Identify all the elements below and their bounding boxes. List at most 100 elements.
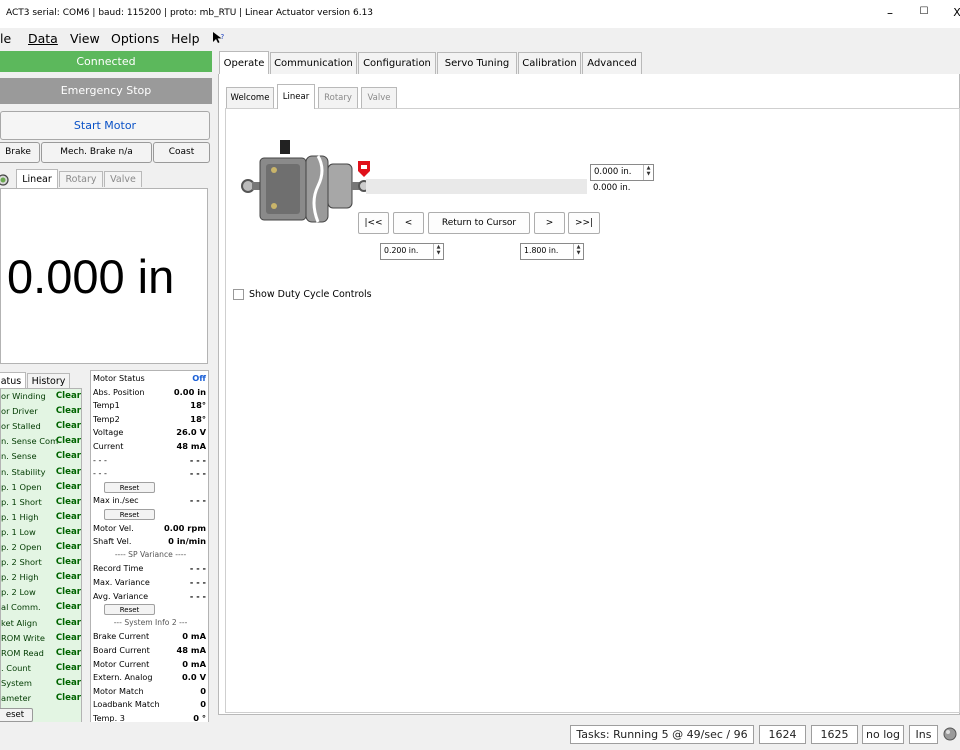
log-status[interactable]: no log xyxy=(862,725,904,744)
menu-view[interactable]: View xyxy=(70,31,100,46)
step-forward-button[interactable]: > xyxy=(534,212,565,234)
motor-status-label: Current xyxy=(93,441,124,451)
menu-bar: le Data View Options Help ? xyxy=(0,28,960,50)
menu-data[interactable]: Data xyxy=(28,31,58,46)
left-tab-valve[interactable]: Valve xyxy=(104,171,142,187)
status-label: p. 1 Short xyxy=(1,496,42,507)
sub-tab-welcome[interactable]: Welcome xyxy=(226,87,274,108)
motor-status-row: Shaft Vel. 0 in/min xyxy=(93,535,208,549)
main-tab-communication[interactable]: Communication xyxy=(270,52,357,74)
main-tab-operate[interactable]: Operate xyxy=(219,51,269,75)
emergency-stop-button[interactable]: Emergency Stop xyxy=(0,78,212,104)
min-position-spinner[interactable]: 0.200 in. ▲ ▼ xyxy=(380,243,444,260)
status-label: p. 2 Open xyxy=(1,542,42,552)
power-icon[interactable] xyxy=(0,173,10,187)
status-value: Clear xyxy=(55,662,81,673)
cursor-marker-icon[interactable] xyxy=(357,160,371,178)
actual-position-value: 0.000 in. xyxy=(593,183,631,193)
max-position-value: 1.800 in. xyxy=(524,246,559,255)
position-track[interactable] xyxy=(366,179,587,194)
status-led-icon xyxy=(943,727,957,741)
status-value: Clear xyxy=(55,406,81,417)
motor-status-value: - - - xyxy=(189,577,206,587)
return-to-cursor-button[interactable]: Return to Cursor xyxy=(428,212,530,234)
mech-brake-button[interactable]: Mech. Brake n/a xyxy=(41,142,152,163)
coast-button[interactable]: Coast xyxy=(153,142,210,163)
status-reset-button[interactable]: eset xyxy=(0,708,33,722)
motor-status-label: Shaft Vel. xyxy=(93,536,132,547)
main-tab-servo-tuning[interactable]: Servo Tuning xyxy=(437,52,517,74)
status-label: p. 1 High xyxy=(1,511,39,522)
status-label: p. 1 Low xyxy=(1,526,36,537)
left-tab-linear[interactable]: Linear xyxy=(16,169,58,189)
status-label: p. 1 Open xyxy=(1,481,42,492)
status-value: Clear xyxy=(55,511,81,522)
motor-section-header: --- System Info 2 --- xyxy=(113,617,188,627)
whats-this-help-icon[interactable]: ? xyxy=(212,31,226,48)
minimize-button[interactable]: – xyxy=(882,6,898,20)
motor-status-row: Record Time - - - xyxy=(93,562,208,576)
close-button[interactable]: X xyxy=(949,6,960,19)
main-tab-configuration[interactable]: Configuration xyxy=(358,52,436,74)
motor-status-value: 0.0 V xyxy=(181,672,206,683)
tab-history[interactable]: History xyxy=(27,373,70,389)
status-row: p. 1 Short Clear xyxy=(1,496,83,511)
motor-status-row: Current 48 mA xyxy=(93,440,208,454)
motor-status-value: 18° xyxy=(190,413,206,424)
motor-reset-button[interactable]: Reset xyxy=(104,481,155,493)
status-label: ameter xyxy=(1,693,32,703)
status-value: Clear xyxy=(55,572,81,583)
tasks-status: Tasks: Running 5 @ 49/sec / 96 xyxy=(570,725,754,744)
motor-status-row: Voltage 26.0 V xyxy=(93,426,208,440)
sub-tab-valve[interactable]: Valve xyxy=(361,87,397,108)
sub-tab-rotary[interactable]: Rotary xyxy=(318,87,358,108)
step-back-button[interactable]: < xyxy=(393,212,424,234)
status-value: Clear xyxy=(55,557,81,568)
motor-status-row: Loadbank Match 0 xyxy=(93,698,208,712)
brake-button[interactable]: Brake xyxy=(0,142,40,163)
position-display: 0.000 in xyxy=(7,250,175,303)
status-row: ROM Read Clear xyxy=(1,647,83,662)
jump-first-button[interactable]: |<< xyxy=(358,212,389,234)
connected-button[interactable]: Connected xyxy=(0,51,212,72)
status-label: n. Stability xyxy=(1,466,46,477)
menu-help[interactable]: Help xyxy=(171,31,200,46)
status-label: p. 2 High xyxy=(1,572,39,583)
motor-status-label: - - - xyxy=(93,454,107,465)
motor-status-label: Extern. Analog xyxy=(93,672,153,683)
status-value: Clear xyxy=(55,617,81,628)
motor-status-row: Extern. Analog 0.0 V xyxy=(93,671,208,685)
maximize-button[interactable]: ☐ xyxy=(916,6,932,17)
status-label: al Comm. xyxy=(1,602,41,613)
sub-tab-linear[interactable]: Linear xyxy=(277,84,315,109)
spinner-arrows-icon[interactable]: ▲ ▼ xyxy=(433,244,443,259)
status-label: n. Sense Com xyxy=(1,436,59,447)
main-tab-advanced[interactable]: Advanced xyxy=(582,52,642,74)
status-row: System Clear xyxy=(1,677,83,692)
spinner-arrows-icon[interactable]: ▲ ▼ xyxy=(643,165,653,180)
duty-cycle-label: Show Duty Cycle Controls xyxy=(249,289,372,300)
motor-status-row: Motor Match 0 xyxy=(93,685,208,699)
main-tab-calibration[interactable]: Calibration xyxy=(518,52,581,74)
motor-reset-button[interactable]: Reset xyxy=(104,509,155,520)
max-position-spinner[interactable]: 1.800 in. ▲ ▼ xyxy=(520,243,584,260)
motor-status-value: 0 xyxy=(200,699,206,710)
left-tab-rotary[interactable]: Rotary xyxy=(59,171,103,187)
target-position-spinner[interactable]: 0.000 in. ▲ ▼ xyxy=(590,164,654,181)
motor-status-label: - - - xyxy=(93,468,107,479)
motor-reset-button[interactable]: Reset xyxy=(104,604,155,616)
status-value: Clear xyxy=(55,481,81,492)
status-label: n. Sense xyxy=(1,451,37,462)
start-motor-button[interactable]: Start Motor xyxy=(0,111,210,140)
tab-status[interactable]: atus xyxy=(0,372,26,389)
duty-cycle-checkbox[interactable] xyxy=(233,289,244,300)
motor-status-row: Abs. Position 0.00 in xyxy=(93,386,208,400)
jump-last-button[interactable]: >>| xyxy=(568,212,600,234)
menu-options[interactable]: Options xyxy=(111,31,159,46)
menu-file[interactable]: le xyxy=(0,31,11,46)
spinner-arrows-icon[interactable]: ▲ ▼ xyxy=(573,244,583,259)
motor-status-value: 18° xyxy=(190,400,206,411)
motor-status-value: 0 xyxy=(200,685,206,696)
motor-status-label: Avg. Variance xyxy=(93,590,149,601)
motor-status-label: Board Current xyxy=(93,645,150,655)
